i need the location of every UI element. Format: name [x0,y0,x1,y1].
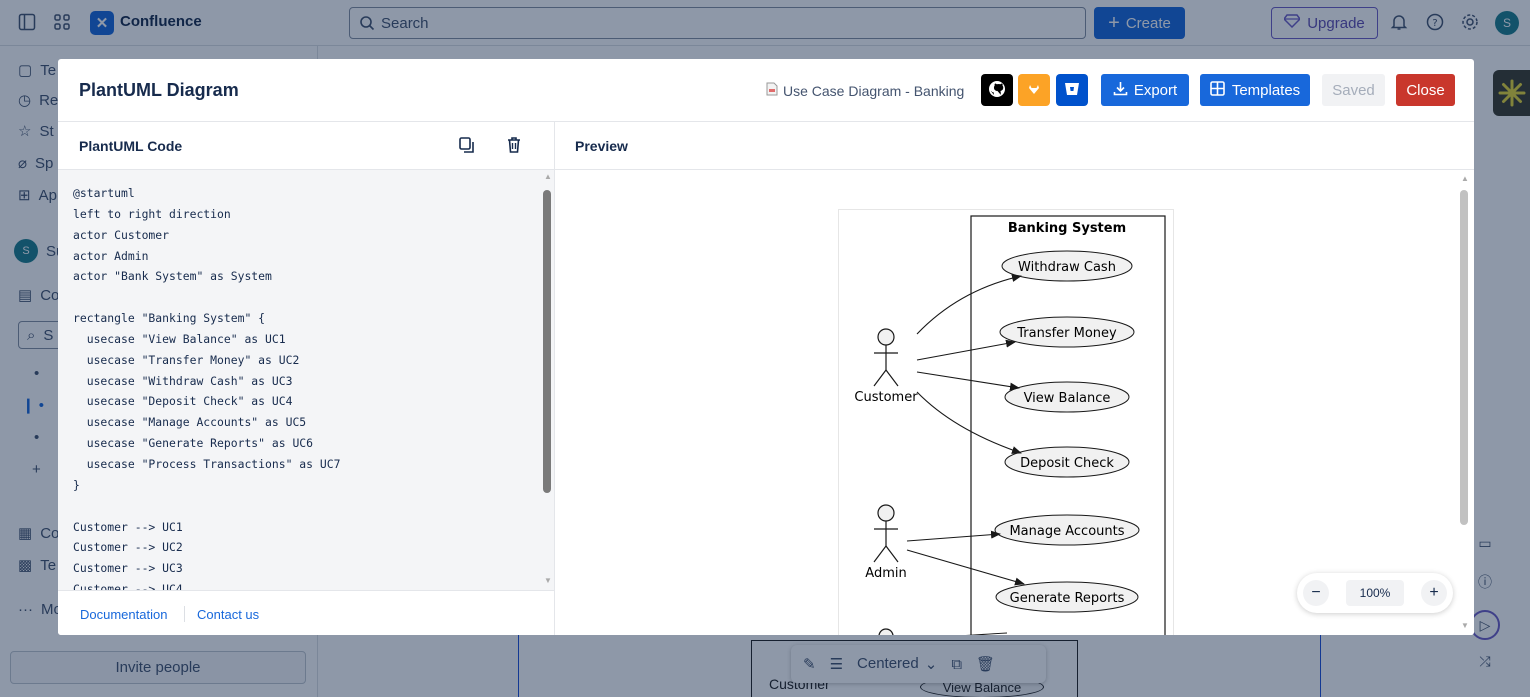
code-line: } [73,477,80,492]
uml-diagram-svg: Banking System Customer Admin Withdraw C… [854,215,1166,635]
code-panel-header: PlantUML Code [58,122,554,170]
scroll-up-arrow-icon[interactable]: ▲ [544,172,552,181]
download-icon [1113,81,1128,100]
system-boundary-title: Banking System [1008,221,1126,236]
system-actor-head [878,628,894,635]
footer-divider [184,606,185,622]
zoom-control: − 100% + [1297,573,1453,613]
preview-scrollbar-thumb[interactable] [1460,190,1468,525]
usecase-label: Generate Reports [1010,591,1125,606]
code-panel-title: PlantUML Code [79,138,183,154]
github-icon [988,80,1006,101]
code-lines: @startuml left to right direction actor Cu… [73,183,340,590]
plantuml-modal: PlantUML Diagram Use Case Diagram - Bank… [58,59,1474,635]
uml-diagram: Banking System Customer Admin Withdraw C… [838,209,1174,635]
code-line: actor Customer [73,227,170,242]
code-line: usecase "View Balance" as UC1 [73,331,286,346]
actor-label-customer: Customer [854,390,918,405]
preview-canvas[interactable]: Banking System Customer Admin Withdraw C… [555,170,1474,635]
diagram-file-name: Use Case Diagram - Banking [766,82,964,99]
code-line: rectangle "Banking System" { [73,311,266,326]
zoom-out-button[interactable]: − [1303,580,1329,606]
copy-code-icon[interactable] [458,136,476,157]
customer-actor-figure [873,328,899,387]
code-panel: PlantUML Code @startuml left to right dir… [58,122,555,635]
code-line: usecase "Deposit Check" as UC4 [73,394,293,409]
preview-title: Preview [575,138,628,154]
gitlab-button[interactable] [1018,74,1050,106]
preview-header: Preview [555,122,1474,170]
usecase-label: Withdraw Cash [1018,260,1116,275]
preview-scroll-down-arrow-icon[interactable]: ▼ [1461,621,1469,630]
preview-scroll-up-arrow-icon[interactable]: ▲ [1461,174,1469,183]
code-line: left to right direction [73,206,231,221]
usecase-label: View Balance [1024,391,1111,406]
code-line: actor "Bank System" as System [73,269,272,284]
code-line: usecase "Process Transactions" as UC7 [73,456,341,471]
templates-button[interactable]: Templates [1200,74,1310,106]
usecase-label: Transfer Money [1016,326,1117,341]
file-icon [766,82,778,99]
zoom-in-button[interactable]: + [1421,580,1447,606]
actor-label-admin: Admin [865,566,906,581]
code-editor[interactable]: @startuml left to right direction actor Cu… [58,170,554,590]
admin-actor-figure [873,504,899,563]
code-line: @startuml [73,186,135,200]
code-panel-footer: Documentation Contact us [58,590,554,635]
code-line: usecase "Generate Reports" as UC6 [73,436,314,451]
code-line: Customer --> UC3 [73,561,183,576]
contact-us-link[interactable]: Contact us [197,607,259,622]
clear-code-trash-icon[interactable] [505,136,523,157]
scroll-down-arrow-icon[interactable]: ▼ [544,576,552,585]
code-line: usecase "Manage Accounts" as UC5 [73,415,307,430]
preview-panel: Preview Banking System Customer Admin Wi… [555,122,1474,635]
code-line: usecase "Withdraw Cash" as UC3 [73,373,293,388]
bitbucket-icon [1064,82,1080,99]
zoom-level: 100% [1346,580,1404,606]
code-line: Customer --> UC1 [73,519,183,534]
saved-button[interactable]: Saved [1322,74,1385,106]
code-line: usecase "Transfer Money" as UC2 [73,352,300,367]
code-line: actor Admin [73,248,149,263]
code-line: Customer --> UC2 [73,540,183,555]
close-button[interactable]: Close [1396,74,1455,106]
github-button[interactable] [981,74,1013,106]
grid-icon [1210,80,1225,100]
code-scrollbar-thumb[interactable] [543,190,551,493]
export-button[interactable]: Export [1101,74,1189,106]
modal-title: PlantUML Diagram [79,80,239,100]
documentation-link[interactable]: Documentation [80,607,167,622]
usecase-label: Manage Accounts [1009,524,1124,539]
bitbucket-button[interactable] [1056,74,1088,106]
gitlab-icon [1027,82,1041,99]
code-line: Customer --> UC4 [73,582,183,590]
modal-header: PlantUML Diagram Use Case Diagram - Bank… [58,59,1474,122]
usecase-label: Deposit Check [1020,456,1114,471]
